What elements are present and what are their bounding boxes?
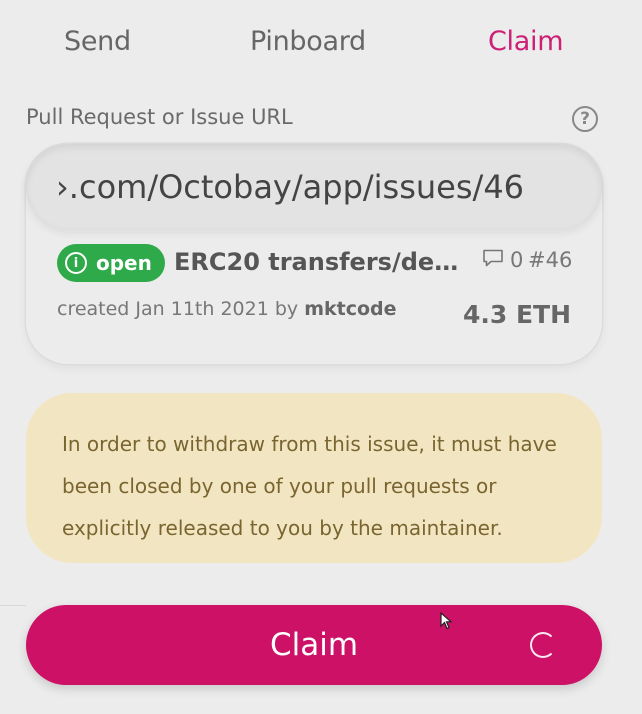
comment-icon xyxy=(483,249,503,267)
issue-number[interactable]: #46 xyxy=(528,248,572,272)
issue-created-meta: created Jan 11th 2021 by mktcode xyxy=(57,298,397,320)
mouse-cursor-icon xyxy=(440,612,452,630)
loading-spinner-icon xyxy=(530,632,556,658)
tab-pinboard[interactable]: Pinboard xyxy=(250,26,366,57)
claim-button[interactable]: Claim xyxy=(26,605,602,685)
status-badge-label: open xyxy=(96,251,152,275)
issue-title[interactable]: ERC20 transfers/deposits xyxy=(174,248,464,276)
comment-count: 0 xyxy=(510,248,524,272)
withdraw-notice: In order to withdraw from this issue, it… xyxy=(26,393,602,563)
info-icon: i xyxy=(65,252,87,274)
issue-card: ›.com/Octobay/app/issues/46 i open ERC20… xyxy=(26,144,602,364)
notice-text: In order to withdraw from this issue, it… xyxy=(62,432,557,540)
bounty-amount: 4.3 ETH xyxy=(462,300,571,329)
question-circle-icon[interactable]: ? xyxy=(572,106,598,132)
tab-claim[interactable]: Claim xyxy=(488,26,564,57)
created-text: created Jan 11th 2021 by xyxy=(57,298,299,320)
issue-author[interactable]: mktcode xyxy=(304,298,396,320)
url-input[interactable]: ›.com/Octobay/app/issues/46 xyxy=(26,144,602,230)
tab-send[interactable]: Send xyxy=(64,26,131,57)
claim-button-label: Claim xyxy=(269,627,359,663)
tab-bar: Send Pinboard Claim xyxy=(0,0,642,90)
status-badge: i open xyxy=(57,244,165,282)
url-input-value: ›.com/Octobay/app/issues/46 xyxy=(56,168,525,206)
divider xyxy=(0,605,26,606)
url-field-label: Pull Request or Issue URL xyxy=(26,105,293,129)
